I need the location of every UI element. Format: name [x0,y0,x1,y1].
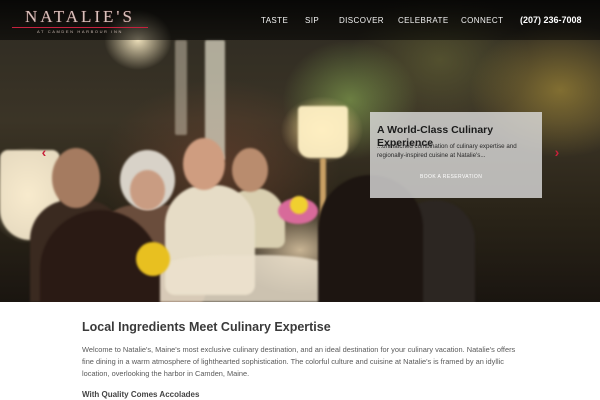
hero-photo-detail [290,196,308,214]
chevron-right-icon[interactable]: › [550,145,564,159]
nav-item-connect[interactable]: CONNECT [461,16,503,25]
hero-photo-detail [130,170,165,210]
nav-item-taste[interactable]: TASTE [261,16,288,25]
hero-photo-detail [52,148,100,208]
main-content: Local Ingredients Meet Culinary Expertis… [0,302,600,400]
promo-caption-box: A World-Class Culinary Experience ...unm… [370,112,542,198]
logo-tagline: AT CAMDEN HARBOUR INN [37,29,123,34]
nav-item-sip[interactable]: SIP [305,16,319,25]
section-subheading: With Quality Comes Accolades [82,390,200,399]
hero-photo-detail [136,242,170,276]
top-navigation-bar: NATALIE'S AT CAMDEN HARBOUR INN TASTE SI… [0,0,600,40]
nav-item-celebrate[interactable]: CELEBRATE [398,16,449,25]
hero-photo-detail [183,138,225,190]
nav-item-discover[interactable]: DISCOVER [339,16,384,25]
intro-paragraph: Welcome to Natalie's, Maine's most exclu… [82,345,516,378]
hero-photo-detail [150,255,340,302]
phone-number[interactable]: (207) 236-7008 [520,15,582,25]
book-reservation-button[interactable]: BOOK A RESERVATION [420,171,496,183]
hero-slideshow: NATALIE'S AT CAMDEN HARBOUR INN TASTE SI… [0,0,600,302]
hero-photo-detail [175,40,187,135]
main-menu: TASTE SIP DISCOVER CELEBRATE CONNECT [0,16,600,28]
hero-photo-detail [232,148,268,192]
promo-text: ...unmatched combination of culinary exp… [377,143,517,159]
page-heading: Local Ingredients Meet Culinary Expertis… [82,320,331,334]
hero-photo-detail [298,106,348,158]
chevron-left-icon[interactable]: ‹ [37,145,51,159]
